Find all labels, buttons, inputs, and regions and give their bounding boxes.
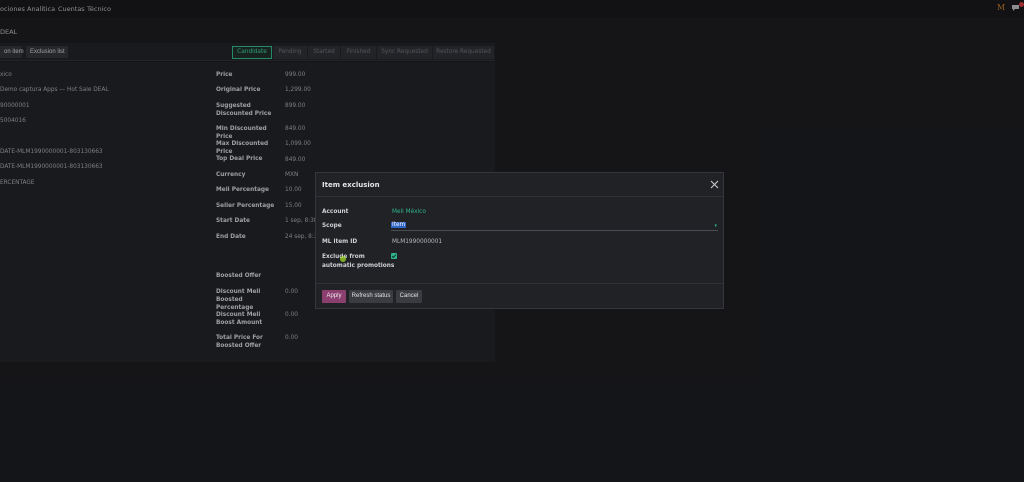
scope-label: Scope [322,223,342,229]
dialog-footer-divider [316,283,723,284]
scope-select[interactable]: Item ▾ [391,221,718,231]
account-label: Account [322,209,349,215]
checkmark-icon [391,254,397,259]
ml-item-id-label: ML item ID [322,239,358,245]
exclude-label-line2: automatic promotions [322,263,395,269]
ml-item-id-value: MLM1990000001 [392,239,443,245]
apply-button[interactable]: Apply [322,290,346,303]
exclude-checkbox[interactable] [391,253,397,259]
cancel-button[interactable]: Cancel [396,290,422,303]
account-link[interactable]: Meli México [392,209,426,215]
scope-selected-value: Item [391,222,407,228]
dialog-header-divider [316,196,723,197]
item-exclusion-dialog: Item exclusion Account Meli México Scope… [315,172,724,309]
dialog-title: Item exclusion [322,181,380,189]
refresh-status-button[interactable]: Refresh status [349,290,393,303]
close-icon[interactable] [710,180,719,189]
mouse-cursor [340,256,346,262]
chevron-down-icon: ▾ [714,223,717,229]
